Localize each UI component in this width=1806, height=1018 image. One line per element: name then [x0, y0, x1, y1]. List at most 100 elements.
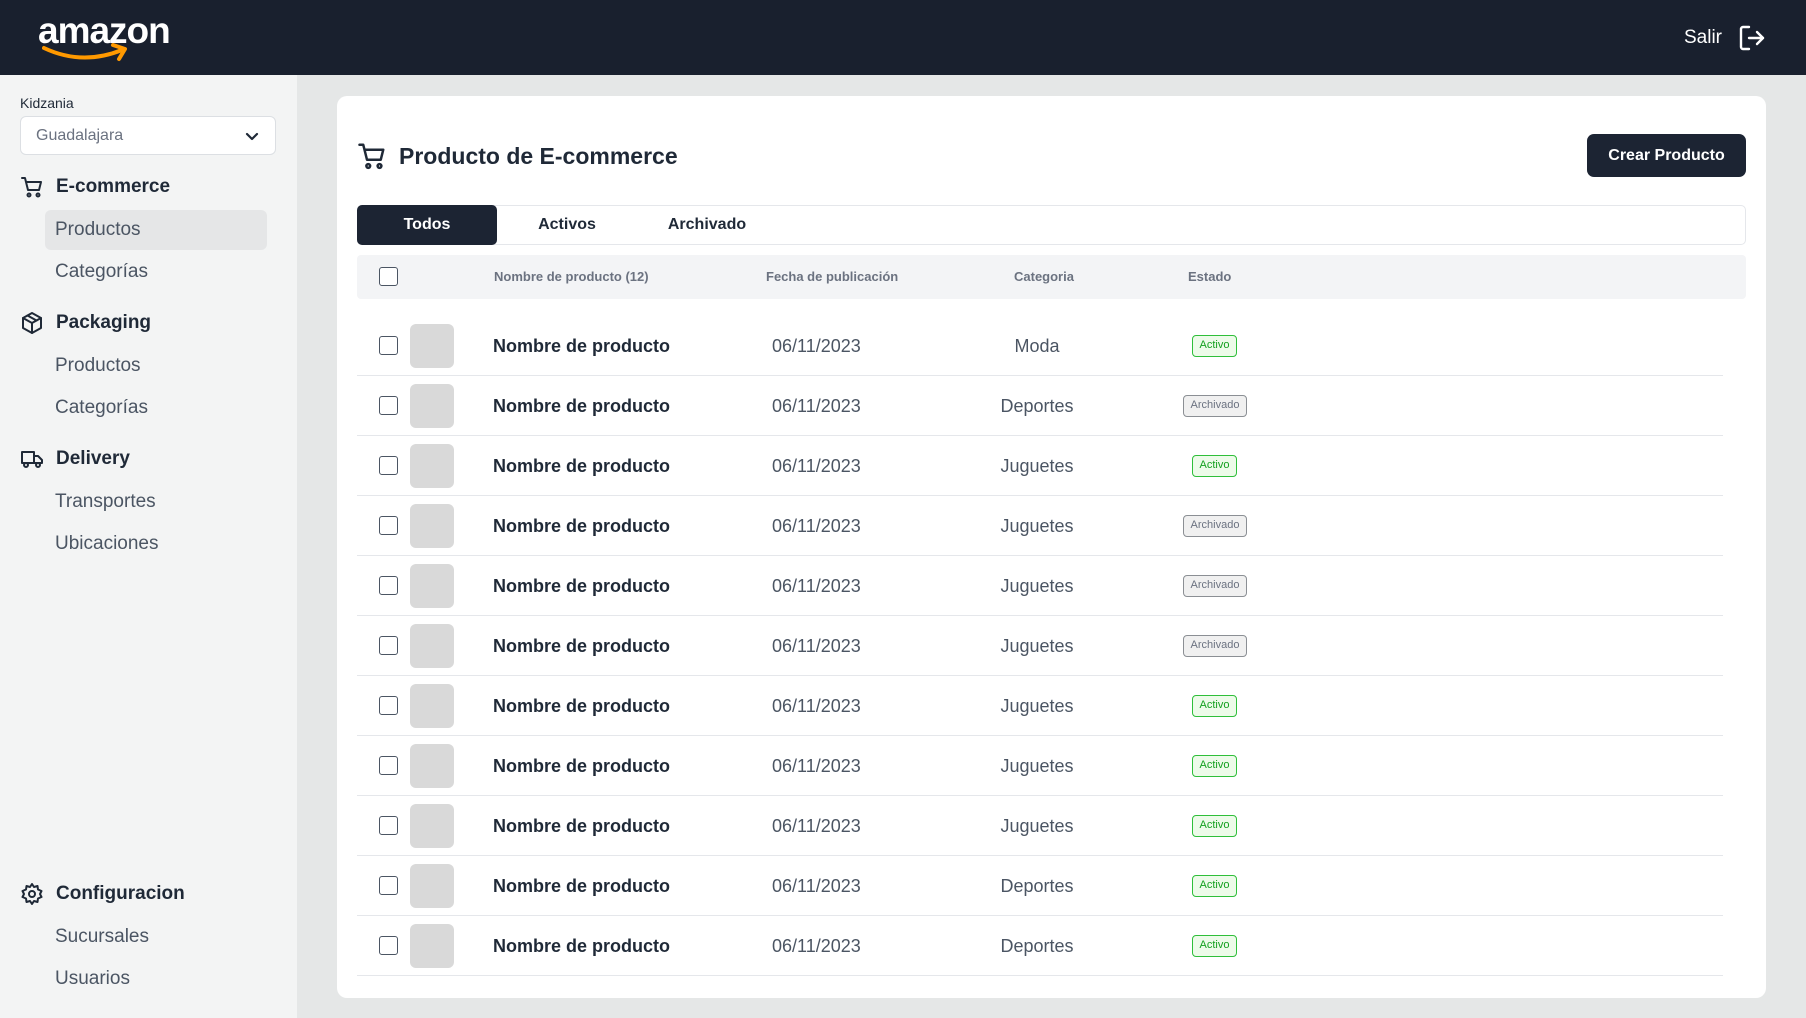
- row-checkbox[interactable]: [379, 936, 398, 955]
- publish-date: 06/11/2023: [772, 636, 861, 656]
- column-header-status[interactable]: Estado: [1188, 255, 1231, 299]
- sidebar: Kidzania Guadalajara E-commerce Producto…: [0, 75, 297, 1018]
- product-category: Juguetes: [1000, 816, 1074, 836]
- tab-todos[interactable]: Todos: [357, 205, 497, 245]
- product-thumbnail: [410, 624, 454, 668]
- sidebar-item-ecommerce-productos[interactable]: Productos: [45, 210, 267, 250]
- product-name[interactable]: Nombre de producto: [493, 796, 670, 856]
- sidebar-item-sucursales[interactable]: Sucursales: [45, 917, 267, 957]
- status-badge: Activo: [1192, 455, 1237, 477]
- row-checkbox[interactable]: [379, 696, 398, 715]
- store-select-value: Guadalajara: [36, 126, 124, 144]
- table-row[interactable]: Nombre de producto 06/11/2023 Juguetes A…: [357, 496, 1723, 556]
- table-row[interactable]: Nombre de producto 06/11/2023 Deportes A…: [357, 916, 1723, 976]
- column-header-name[interactable]: Nombre de producto (12): [494, 255, 649, 299]
- status-tabs: Todos Activos Archivado: [357, 205, 1746, 245]
- create-product-button[interactable]: Crear Producto: [1587, 134, 1746, 177]
- row-checkbox[interactable]: [379, 576, 398, 595]
- row-checkbox[interactable]: [379, 756, 398, 775]
- product-category: Juguetes: [1000, 636, 1074, 656]
- publish-date: 06/11/2023: [772, 516, 861, 536]
- select-all-checkbox[interactable]: [379, 267, 398, 286]
- product-category: Juguetes: [1000, 516, 1074, 536]
- smile-arrow-icon: [42, 43, 127, 61]
- row-checkbox[interactable]: [379, 336, 398, 355]
- product-thumbnail: [410, 924, 454, 968]
- product-name[interactable]: Nombre de producto: [493, 376, 670, 436]
- chevron-down-icon: [245, 132, 259, 140]
- gear-icon: [21, 883, 43, 905]
- tab-archivado[interactable]: Archivado: [637, 205, 777, 245]
- store-select[interactable]: Guadalajara: [20, 116, 276, 155]
- product-thumbnail: [410, 564, 454, 608]
- nav-section-ecommerce[interactable]: E-commerce: [20, 172, 170, 202]
- nav-section-label: E-commerce: [56, 176, 171, 197]
- product-name[interactable]: Nombre de producto: [493, 316, 670, 376]
- product-thumbnail: [410, 444, 454, 488]
- row-checkbox[interactable]: [379, 396, 398, 415]
- logout-label: Salir: [1683, 27, 1722, 48]
- row-checkbox[interactable]: [379, 876, 398, 895]
- product-category: Juguetes: [1000, 756, 1074, 776]
- amazon-logo[interactable]: amazon: [38, 10, 178, 66]
- product-category: Juguetes: [1000, 576, 1074, 596]
- sidebar-item-usuarios[interactable]: Usuarios: [45, 959, 267, 999]
- product-thumbnail: [410, 804, 454, 848]
- sidebar-item-packaging-productos[interactable]: Productos: [45, 346, 267, 386]
- cart-icon: [21, 177, 42, 198]
- nav-section-delivery[interactable]: Delivery: [20, 444, 130, 474]
- product-name[interactable]: Nombre de producto: [493, 556, 670, 616]
- publish-date: 06/11/2023: [772, 876, 861, 896]
- status-badge: Archivado: [1183, 395, 1247, 417]
- column-header-category[interactable]: Categoria: [1014, 255, 1074, 299]
- table-row[interactable]: Nombre de producto 06/11/2023 Juguetes A…: [357, 736, 1723, 796]
- sidebar-item-ubicaciones[interactable]: Ubicaciones: [45, 524, 267, 564]
- product-name[interactable]: Nombre de producto: [493, 916, 670, 976]
- table-row[interactable]: Nombre de producto 06/11/2023 Deportes A…: [357, 376, 1723, 436]
- table-row[interactable]: Nombre de producto 06/11/2023 Juguetes A…: [357, 436, 1723, 496]
- row-checkbox[interactable]: [379, 456, 398, 475]
- status-badge: Activo: [1192, 935, 1237, 957]
- publish-date: 06/11/2023: [772, 456, 861, 476]
- status-badge: Activo: [1192, 695, 1237, 717]
- nav-section-label: Packaging: [56, 312, 152, 333]
- product-name[interactable]: Nombre de producto: [493, 616, 670, 676]
- status-badge: Archivado: [1183, 575, 1247, 597]
- publish-date: 06/11/2023: [772, 936, 861, 956]
- product-thumbnail: [410, 684, 454, 728]
- publish-date: 06/11/2023: [772, 696, 861, 716]
- status-badge: Activo: [1192, 815, 1237, 837]
- row-checkbox[interactable]: [379, 636, 398, 655]
- product-thumbnail: [410, 504, 454, 548]
- table-row[interactable]: Nombre de producto 06/11/2023 Juguetes A…: [357, 676, 1723, 736]
- sidebar-item-packaging-categorias[interactable]: Categorías: [45, 388, 267, 428]
- product-name[interactable]: Nombre de producto: [493, 436, 670, 496]
- nav-section-configuracion[interactable]: Configuracion: [20, 879, 185, 909]
- table-row[interactable]: Nombre de producto 06/11/2023 Moda Activ…: [357, 316, 1723, 376]
- product-thumbnail: [410, 384, 454, 428]
- logout-button[interactable]: Salir: [1684, 20, 1766, 56]
- row-checkbox[interactable]: [379, 816, 398, 835]
- product-name[interactable]: Nombre de producto: [493, 736, 670, 796]
- status-badge: Activo: [1192, 755, 1237, 777]
- store-label: Kidzania: [20, 95, 74, 111]
- product-thumbnail: [410, 324, 454, 368]
- sidebar-item-transportes[interactable]: Transportes: [45, 482, 267, 522]
- product-thumbnail: [410, 744, 454, 788]
- tab-activos[interactable]: Activos: [497, 205, 637, 245]
- package-icon: [22, 312, 42, 334]
- nav-section-packaging[interactable]: Packaging: [20, 308, 151, 338]
- sidebar-item-ecommerce-categorias[interactable]: Categorías: [45, 252, 267, 292]
- status-badge: Archivado: [1183, 515, 1247, 537]
- product-category: Deportes: [1000, 396, 1074, 416]
- product-name[interactable]: Nombre de producto: [493, 856, 670, 916]
- product-thumbnail: [410, 864, 454, 908]
- table-row[interactable]: Nombre de producto 06/11/2023 Juguetes A…: [357, 796, 1723, 856]
- table-row[interactable]: Nombre de producto 06/11/2023 Deportes A…: [357, 856, 1723, 916]
- column-header-date[interactable]: Fecha de publicación: [766, 255, 898, 299]
- product-name[interactable]: Nombre de producto: [493, 496, 670, 556]
- table-row[interactable]: Nombre de producto 06/11/2023 Juguetes A…: [357, 556, 1723, 616]
- table-row[interactable]: Nombre de producto 06/11/2023 Juguetes A…: [357, 616, 1723, 676]
- product-name[interactable]: Nombre de producto: [493, 676, 670, 736]
- row-checkbox[interactable]: [379, 516, 398, 535]
